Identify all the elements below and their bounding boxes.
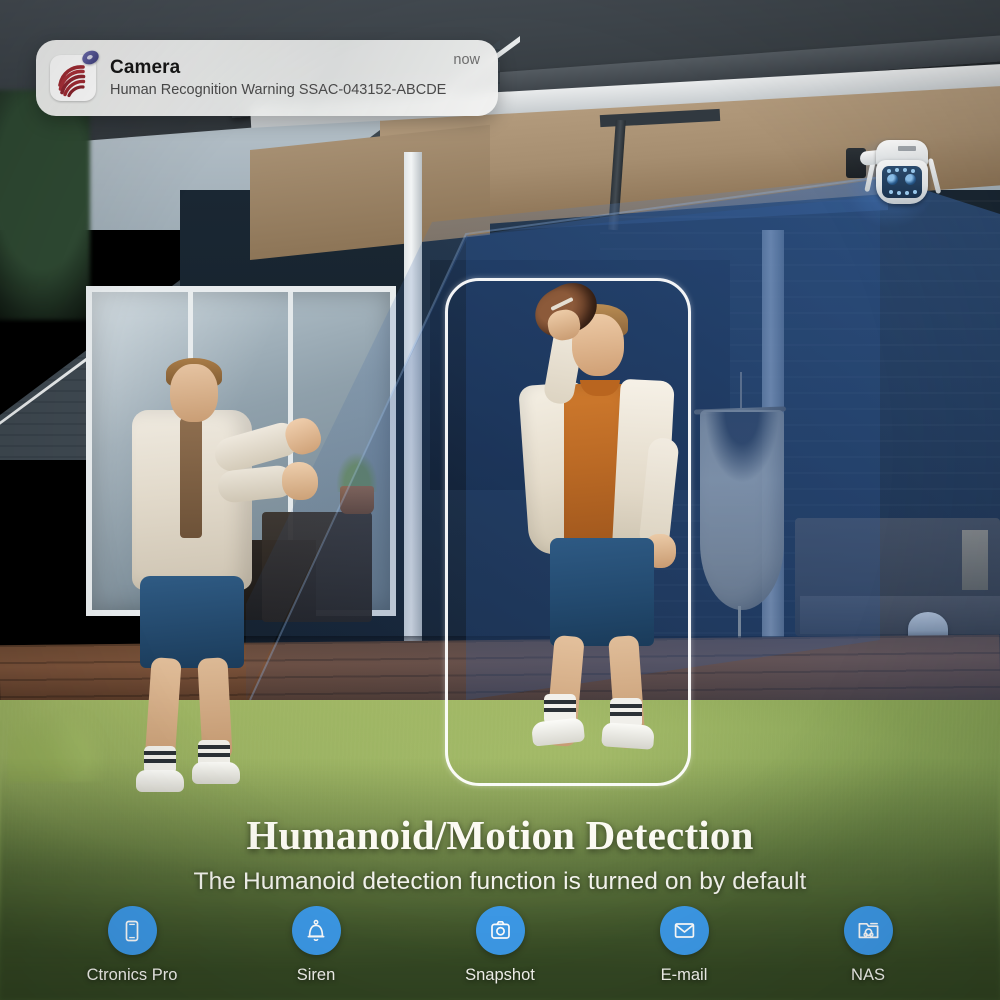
- feature-label: Siren: [296, 966, 336, 984]
- camera-ir-led: [887, 169, 891, 173]
- page-title: Humanoid/Motion Detection: [246, 812, 754, 858]
- camera-ir-led: [897, 191, 901, 195]
- hammock-rope: [740, 372, 742, 410]
- left-person-shoe-left: [136, 770, 184, 792]
- left-person-shoe-right: [192, 762, 240, 784]
- outdoor-sofa-seat: [800, 596, 1000, 634]
- hammock-tassel: [738, 606, 741, 640]
- bell-icon[interactable]: [291, 906, 341, 955]
- camera-ir-led: [889, 190, 893, 194]
- patio-lamp: [962, 530, 988, 590]
- person-catching: [118, 358, 328, 792]
- left-person-shorts: [140, 576, 244, 668]
- push-notification-banner[interactable]: Camera Human Recognition Warning SSAC-04…: [36, 40, 498, 116]
- feature-email[interactable]: E-mail: [609, 906, 759, 985]
- feature-siren[interactable]: Siren: [241, 906, 391, 985]
- tree-foliage: [0, 90, 90, 320]
- feature-label: NAS: [851, 966, 885, 984]
- camera-ir-led: [913, 190, 917, 194]
- notification-icon-wrap: [50, 48, 101, 101]
- humanoid-detection-bounding-box: [445, 278, 691, 786]
- camera-lens-right: [905, 174, 916, 185]
- ptz-security-camera: [846, 134, 954, 216]
- camera-ir-led: [903, 168, 907, 172]
- camera-ir-led: [905, 191, 909, 195]
- notification-timestamp: now: [453, 52, 480, 68]
- potted-plant-pot: [340, 486, 374, 514]
- smartphone-icon[interactable]: [107, 906, 157, 955]
- left-person-hand-lower: [282, 462, 318, 500]
- camera-lens-left: [887, 174, 898, 185]
- feature-label: Snapshot: [465, 966, 535, 984]
- camera-lens-panel: [882, 166, 922, 198]
- porch-post-left: [404, 152, 422, 672]
- feature-label: E-mail: [660, 966, 708, 984]
- camera-ir-led: [895, 168, 899, 172]
- camera-ir-led: [911, 169, 915, 173]
- page-subtitle: The Humanoid detection function is turne…: [193, 868, 807, 896]
- feature-snapshot[interactable]: Snapshot: [425, 906, 575, 985]
- camera-antenna-right: [927, 157, 942, 195]
- notification-message: Human Recognition Warning SSAC-043152-AB…: [110, 81, 447, 98]
- feature-icon-row: Ctronics Pro Siren Snapshot E-mail NAS: [0, 906, 1000, 985]
- feature-nas[interactable]: NAS: [793, 906, 943, 985]
- left-person-shirt-opening: [180, 418, 202, 538]
- product-feature-image: Camera Human Recognition Warning SSAC-04…: [0, 0, 1000, 1000]
- notification-text: Camera Human Recognition Warning SSAC-04…: [110, 57, 482, 100]
- nas-folder-icon[interactable]: [843, 906, 893, 955]
- headline-block: Humanoid/Motion Detection The Humanoid d…: [0, 812, 1000, 896]
- camera-brand-logo: [898, 146, 916, 151]
- camera-icon[interactable]: [475, 906, 525, 955]
- left-person-head: [170, 364, 218, 422]
- feature-label: Ctronics Pro: [86, 966, 178, 984]
- notification-title: Camera: [110, 56, 181, 78]
- feature-ctronics-pro[interactable]: Ctronics Pro: [57, 906, 207, 985]
- envelope-icon[interactable]: [659, 906, 709, 955]
